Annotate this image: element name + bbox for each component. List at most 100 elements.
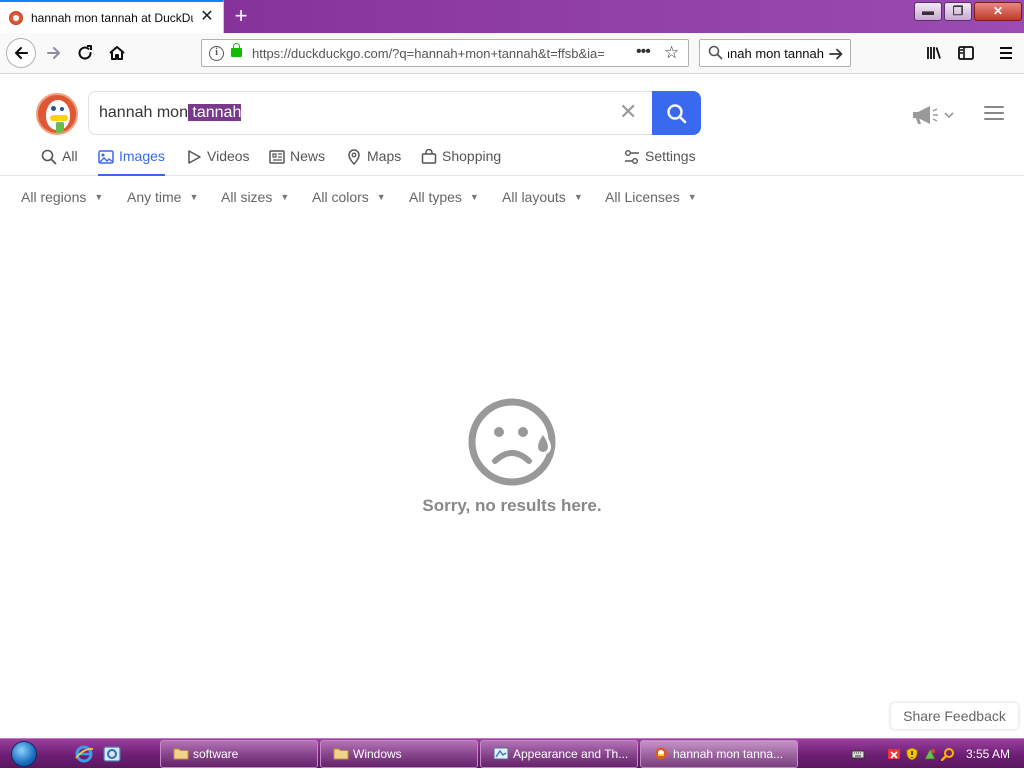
announcements-button[interactable] <box>910 104 956 126</box>
library-icon <box>927 47 941 59</box>
tab-label: All <box>62 148 78 164</box>
minimize-button[interactable]: ▬ <box>914 2 942 21</box>
close-window-button[interactable]: ✕ <box>974 2 1022 21</box>
navigation-toolbar: i https://duckduckgo.com/?q=hannah+mon+t… <box>0 33 1024 74</box>
browser-search-text[interactable]: hannah mon tannah <box>728 46 824 61</box>
windows-logo-icon <box>11 741 37 767</box>
site-info-icon[interactable]: i <box>209 46 224 61</box>
filter-label: Any time <box>127 189 182 205</box>
tab-videos[interactable]: Videos <box>186 148 250 176</box>
taskbar-label: software <box>193 747 239 761</box>
start-button[interactable] <box>6 740 42 768</box>
open-menu-button[interactable] <box>992 39 1020 67</box>
forward-button[interactable] <box>40 39 68 67</box>
caret-down-icon: ▼ <box>469 192 479 202</box>
megaphone-icon <box>913 106 938 124</box>
taskbar-item-firefox[interactable]: hannah mon tanna... <box>640 740 798 768</box>
search-tray-icon[interactable] <box>941 747 955 761</box>
newspaper-icon <box>269 150 285 164</box>
minimize-icon: ▬ <box>922 4 934 18</box>
library-button[interactable] <box>920 39 948 67</box>
duckduckgo-logo[interactable] <box>36 93 78 135</box>
filter-licenses-dropdown[interactable]: All Licenses ▼ <box>605 189 697 205</box>
filter-colors-dropdown[interactable]: All colors ▼ <box>312 189 386 205</box>
duck-tie-icon <box>56 122 64 133</box>
filter-time-dropdown[interactable]: Any time ▼ <box>127 189 198 205</box>
tab-maps[interactable]: Maps <box>346 148 401 176</box>
ddg-search-input[interactable]: hannah mon tannah ✕ <box>88 91 653 135</box>
close-tab-icon[interactable]: ✕ <box>198 7 216 27</box>
duck-eye-icon <box>51 106 56 111</box>
control-panel-icon <box>493 747 509 760</box>
maximize-icon: ❐ <box>952 4 964 18</box>
search-button[interactable] <box>652 91 701 135</box>
filter-regions-dropdown[interactable]: All regions ▼ <box>21 189 103 205</box>
network-error-icon[interactable] <box>887 747 901 761</box>
caret-down-icon: ▼ <box>573 192 583 202</box>
system-tray: 3:55 AM <box>845 739 1024 769</box>
browser-search-bar[interactable]: hannah mon tannah <box>699 39 851 67</box>
tab-images[interactable]: Images <box>98 148 165 176</box>
caret-down-icon: ▼ <box>687 192 697 202</box>
url-text[interactable]: https://duckduckgo.com/?q=hannah+mon+tan… <box>252 46 604 61</box>
chevron-down-icon <box>944 112 954 119</box>
tab-label: News <box>290 148 326 164</box>
tab-label: Videos <box>207 148 250 164</box>
close-icon: ✕ <box>992 4 1004 18</box>
filter-types-dropdown[interactable]: All types ▼ <box>409 189 479 205</box>
back-button[interactable] <box>6 38 36 68</box>
lock-icon[interactable] <box>231 43 242 57</box>
filter-sizes-dropdown[interactable]: All sizes ▼ <box>221 189 289 205</box>
new-tab-button[interactable]: + <box>229 4 253 28</box>
search-type-tabs: All Images Videos News Maps Shopping Set… <box>0 141 1024 176</box>
window-controls: ▬ ❐ ✕ <box>914 2 1022 22</box>
sad-face-icon <box>468 398 556 486</box>
menu-line <box>984 106 1004 108</box>
caret-down-icon: ▼ <box>280 192 290 202</box>
tab-all[interactable]: All <box>41 148 78 176</box>
share-feedback-button[interactable]: Share Feedback <box>891 703 1018 729</box>
filter-layouts-dropdown[interactable]: All layouts ▼ <box>502 189 583 205</box>
sidebar-icon <box>958 46 974 60</box>
browser-tab-active[interactable]: hannah mon tannah at DuckDuckGo ✕ <box>0 0 224 34</box>
reload-icon <box>78 45 92 60</box>
filter-label: All sizes <box>221 189 273 205</box>
bookmark-star-icon[interactable]: ☆ <box>664 43 679 63</box>
filter-label: All types <box>409 189 462 205</box>
browser-titlebar: hannah mon tannah at DuckDuckGo ✕ + ▬ ❐ … <box>0 0 1024 34</box>
system-clock[interactable]: 3:55 AM <box>966 747 1010 761</box>
play-icon <box>188 150 201 164</box>
shopping-bag-icon <box>421 149 437 164</box>
caret-down-icon: ▼ <box>376 192 386 202</box>
home-button[interactable] <box>103 39 131 67</box>
taskbar-item-software[interactable]: software <box>160 740 318 768</box>
taskbar-label: hannah mon tanna... <box>673 747 784 761</box>
browser-shortcut-icon[interactable] <box>102 744 122 764</box>
folder-icon <box>173 748 189 760</box>
taskbar-item-appearance[interactable]: Appearance and Th... <box>480 740 638 768</box>
taskbar-item-windows[interactable]: Windows <box>320 740 478 768</box>
search-icon <box>708 45 723 64</box>
search-go-arrow-icon[interactable] <box>828 43 844 67</box>
back-arrow-icon <box>15 47 28 59</box>
clear-search-icon[interactable]: ✕ <box>619 101 637 123</box>
tab-shopping[interactable]: Shopping <box>421 148 501 176</box>
ddg-menu-button[interactable] <box>984 106 1004 122</box>
tab-news[interactable]: News <box>269 148 325 176</box>
reload-button[interactable] <box>71 39 99 67</box>
image-icon <box>98 150 114 164</box>
duckduckgo-app-icon <box>655 747 667 760</box>
security-shield-icon[interactable] <box>905 747 919 761</box>
tray-app-icon[interactable] <box>923 747 937 761</box>
search-query-text[interactable]: hannah mon tannah <box>99 104 242 122</box>
image-filters: All regions ▼ Any time ▼ All sizes ▼ All co… <box>0 186 1024 210</box>
tab-label: Images <box>119 148 165 164</box>
tab-settings[interactable]: Settings <box>624 148 696 176</box>
sidebar-button[interactable] <box>952 39 980 67</box>
internet-explorer-icon[interactable] <box>74 744 94 764</box>
maximize-button[interactable]: ❐ <box>944 2 972 21</box>
url-bar[interactable]: i https://duckduckgo.com/?q=hannah+mon+t… <box>201 39 689 67</box>
page-actions-icon[interactable]: ••• <box>636 43 651 61</box>
caret-down-icon: ▼ <box>189 192 199 202</box>
keyboard-icon[interactable] <box>851 747 865 761</box>
